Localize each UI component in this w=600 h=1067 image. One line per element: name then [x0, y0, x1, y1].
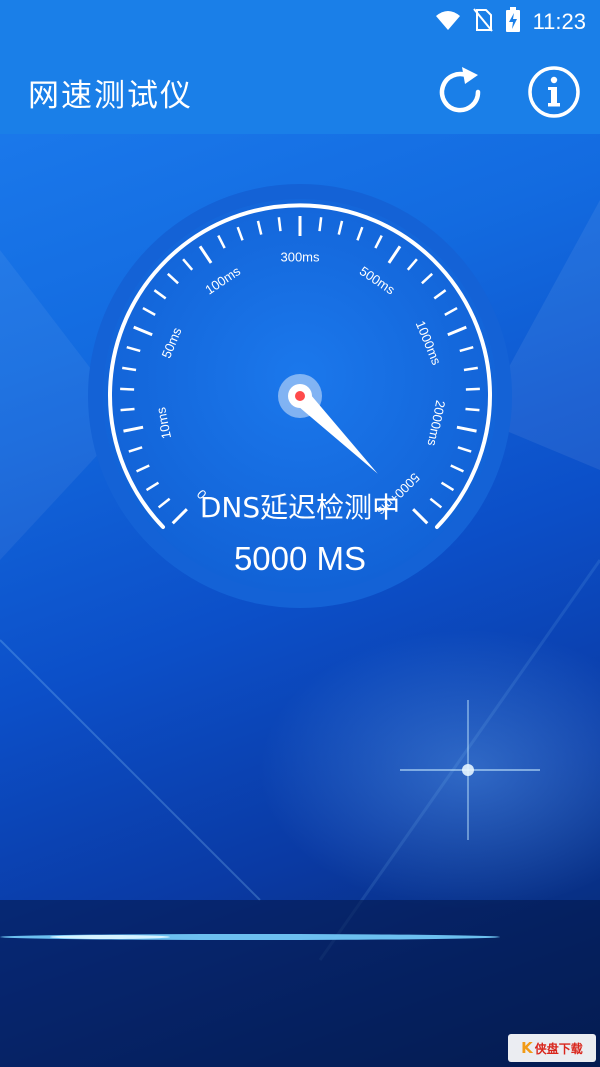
test-status-text: DNS延迟检测中	[199, 491, 401, 524]
clock: 11:23	[532, 9, 586, 34]
latency-value: 5000 MS	[233, 540, 367, 577]
gauge-tick	[120, 407, 135, 412]
wifi-icon	[435, 9, 461, 35]
gauge-tick	[318, 217, 323, 232]
app-bar: 网速测试仪	[0, 44, 600, 134]
gauge-tick	[277, 217, 282, 232]
gauge-tick-label: 300ms	[280, 249, 320, 264]
gauge-tick	[465, 387, 480, 391]
battery-charging-icon	[505, 7, 521, 37]
watermark-text: 侠盘下载	[534, 1041, 583, 1056]
info-icon	[528, 66, 580, 118]
watermark-logo: K	[521, 1039, 533, 1057]
app-title: 网速测试仪	[28, 78, 193, 114]
status-bar: 11:23	[0, 0, 600, 44]
refresh-icon	[439, 67, 481, 113]
no-sim-icon	[472, 8, 493, 36]
needle-center-dot	[295, 391, 305, 401]
watermark: K 侠盘下载	[508, 1034, 596, 1062]
gauge-tick	[465, 407, 480, 412]
refresh-button[interactable]	[432, 64, 488, 120]
info-button[interactable]	[526, 64, 582, 120]
gauge-tick	[120, 387, 135, 391]
